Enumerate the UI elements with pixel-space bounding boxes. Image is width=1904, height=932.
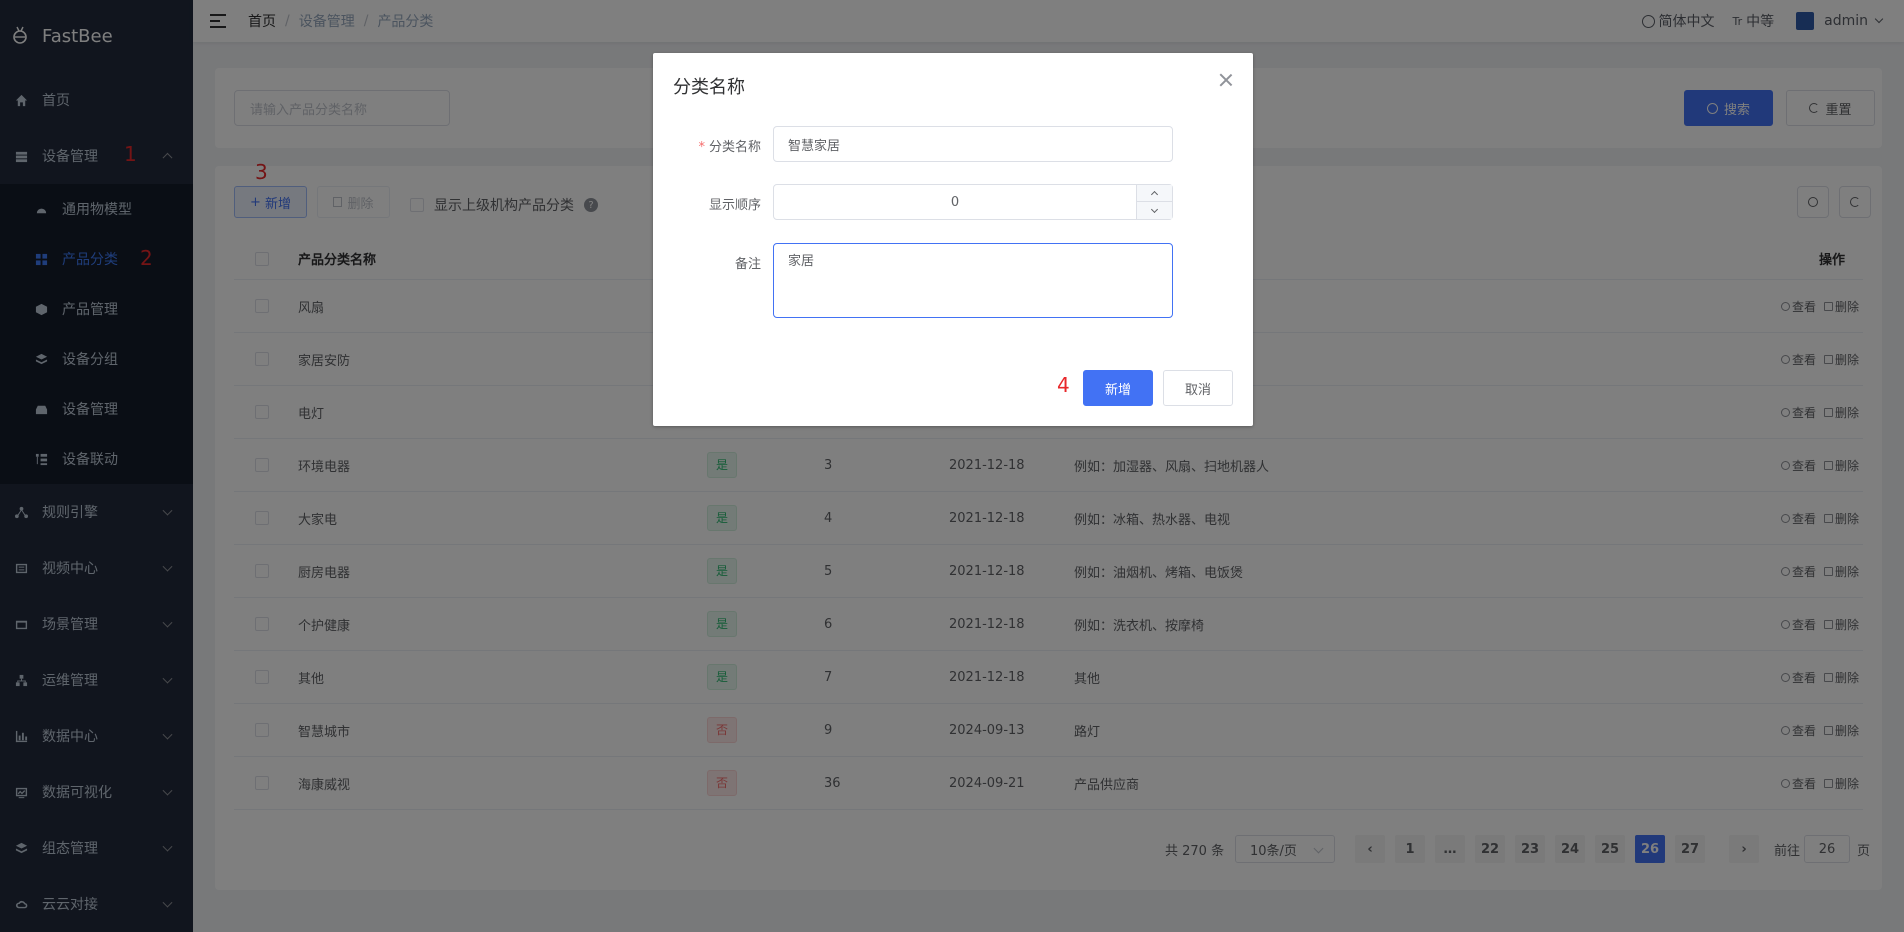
display-order-value[interactable]: 0 xyxy=(774,185,1136,219)
add-category-dialog: 分类名称 *分类名称 智慧家居 显示顺序 0 备注 4 新增 取消 xyxy=(653,53,1253,426)
decrement-button[interactable] xyxy=(1136,202,1172,219)
chevron-up-icon xyxy=(1150,190,1159,199)
remark-label: 备注 xyxy=(734,257,761,272)
chevron-down-icon xyxy=(1150,205,1159,213)
display-order-label: 显示顺序 xyxy=(708,198,761,213)
category-name-label: * 分类名称 xyxy=(698,140,761,155)
category-name-input[interactable]: 智慧家居 xyxy=(773,126,1173,162)
dialog-title: 分类名称 xyxy=(673,77,745,98)
cancel-button[interactable]: 取消 xyxy=(1163,370,1233,406)
annotation-marker-4: 4 xyxy=(1057,373,1070,397)
display-order-stepper[interactable]: 0 xyxy=(773,184,1173,220)
increment-button[interactable] xyxy=(1136,185,1172,202)
submit-button[interactable]: 新增 xyxy=(1083,370,1153,406)
close-icon[interactable] xyxy=(1219,73,1233,87)
remark-textarea[interactable] xyxy=(773,243,1173,318)
